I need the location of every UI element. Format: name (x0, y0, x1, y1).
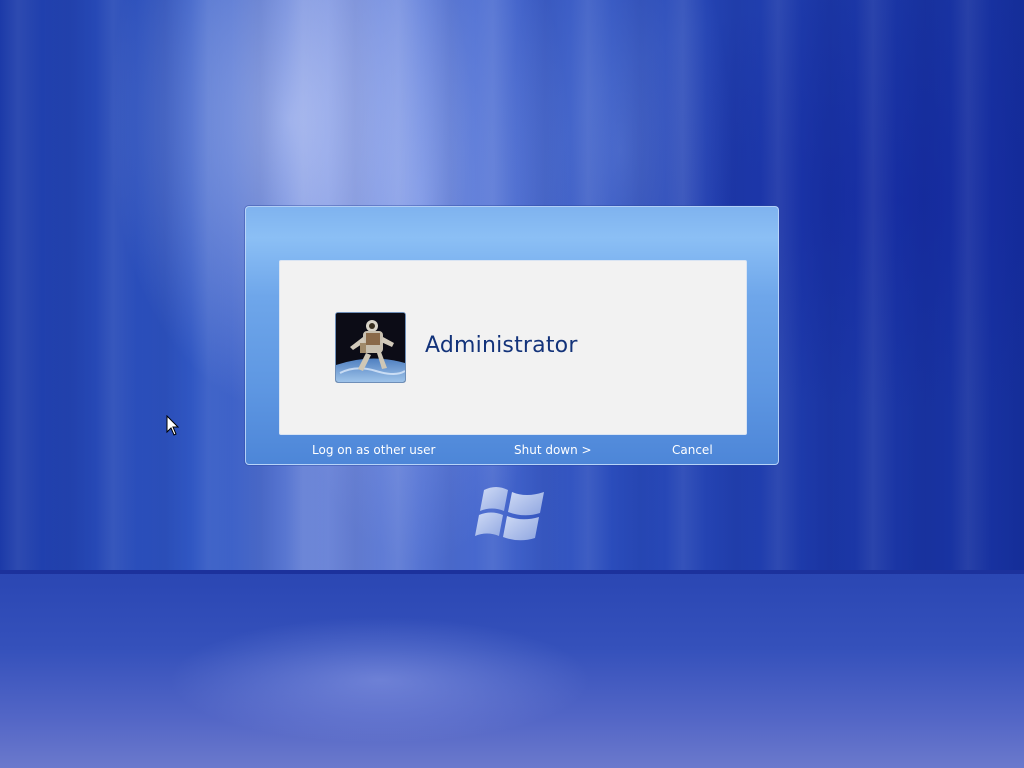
user-tile-panel: Administrator (279, 260, 747, 435)
cancel-link[interactable]: Cancel (672, 443, 713, 457)
user-avatar[interactable] (335, 312, 406, 383)
background-floor (0, 570, 1024, 768)
logon-dialog: Administrator Log on as other user Shut … (245, 206, 779, 465)
mouse-pointer-icon (166, 415, 180, 436)
shut-down-link[interactable]: Shut down > (514, 443, 592, 457)
astronaut-icon (336, 313, 405, 382)
log-on-other-user-link[interactable]: Log on as other user (312, 443, 435, 457)
windows-logo-icon (475, 487, 544, 541)
logon-screen: Administrator Log on as other user Shut … (0, 0, 1024, 768)
user-name-label[interactable]: Administrator (425, 333, 578, 358)
